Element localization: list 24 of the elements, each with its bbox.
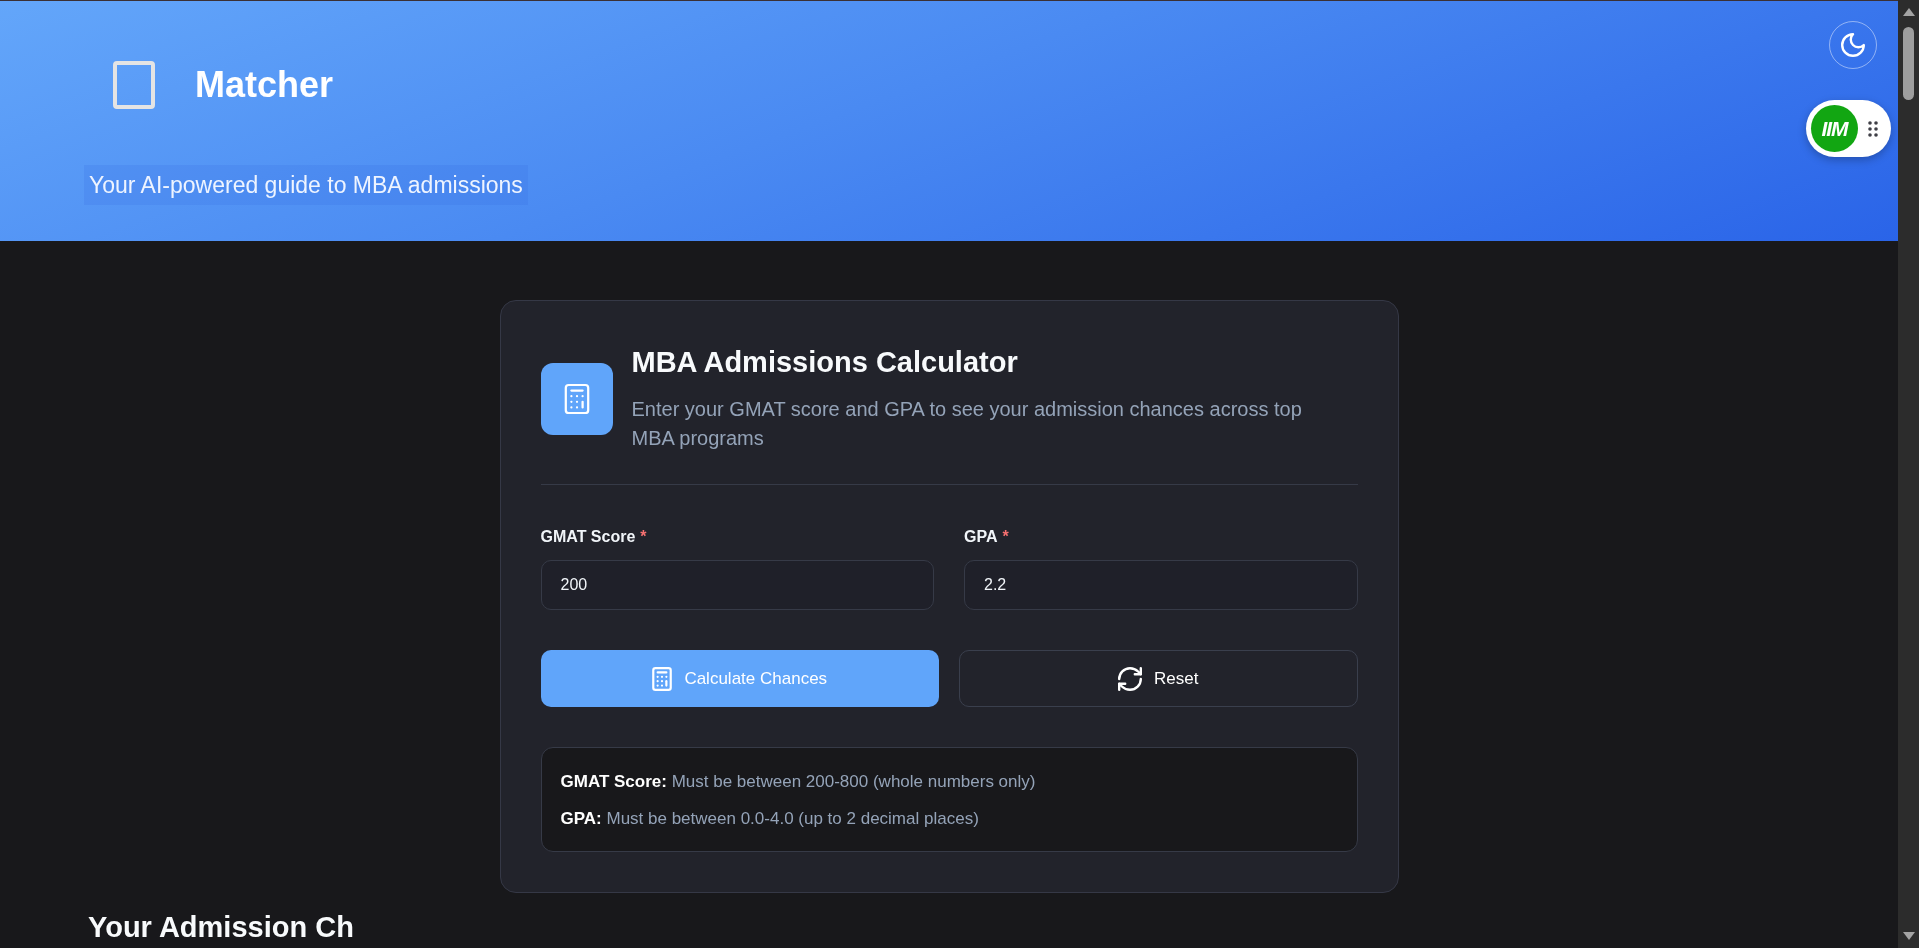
scroll-up-arrow-icon[interactable]: [1902, 8, 1915, 16]
card-title: MBA Admissions Calculator: [631, 345, 1018, 379]
drag-handle-icon[interactable]: [1868, 120, 1878, 137]
tagline: Your AI-powered guide to MBA admissions: [84, 165, 528, 205]
scroll-down-arrow-icon[interactable]: [1902, 932, 1915, 940]
input-field[interactable]: 2.2: [964, 560, 1358, 610]
calculator-icon: [540, 363, 613, 435]
brand-name: Matcher: [195, 63, 334, 107]
moon-icon: [1841, 33, 1865, 57]
required-mark: *: [1002, 527, 1009, 547]
validation-hint: GPA: Must be between 0.0-4.0 (up to 2 decimal places): [560, 808, 980, 830]
square-outline-icon: [113, 61, 155, 109]
calculator-icon: [652, 666, 673, 691]
required-mark: *: [640, 527, 647, 547]
field-label: GPA: [964, 527, 998, 547]
validation-hint: GMAT Score: Must be between 200-800 (whole numbers only): [560, 771, 1037, 793]
refresh-icon: [1118, 666, 1143, 691]
scroll-thumb[interactable]: [1903, 27, 1914, 100]
input-field[interactable]: 200: [540, 560, 934, 610]
extension-badge: IIM: [1811, 105, 1858, 152]
field-label: GMAT Score: [540, 527, 636, 547]
section-heading: Your Admission Ch: [88, 911, 354, 943]
reset-button[interactable]: Reset: [959, 650, 1358, 707]
card-description: Enter your GMAT score and GPA to see your admission chances across top MBA programs: [631, 397, 1303, 451]
